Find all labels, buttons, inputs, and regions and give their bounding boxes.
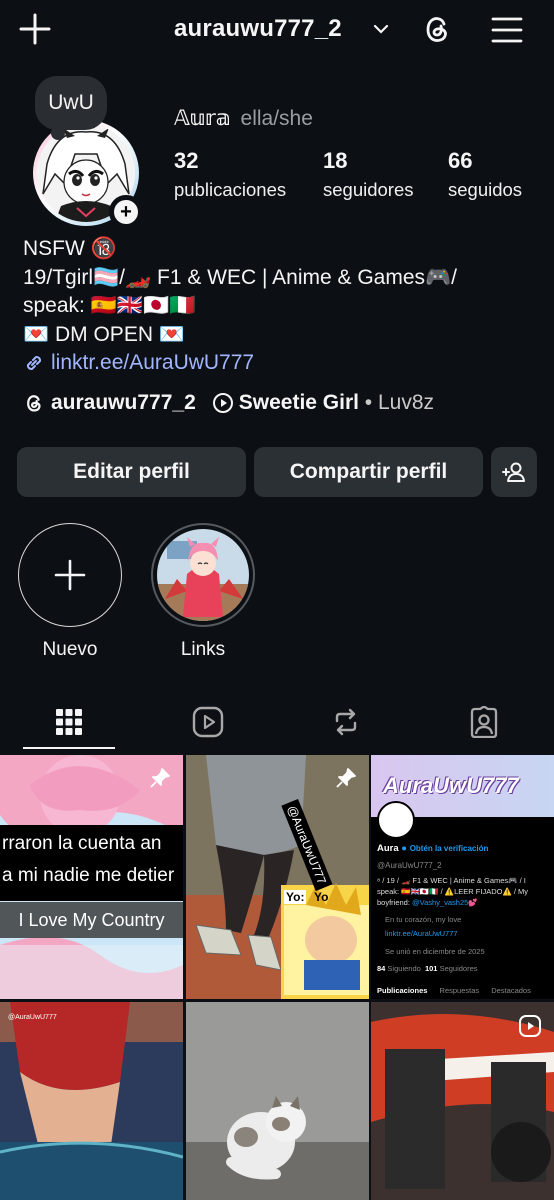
add-story-button[interactable]: + xyxy=(109,195,143,229)
bio-link-text: linktr.ee/AuraUwU777 xyxy=(51,351,255,374)
x-bio-line: ⁸ / 19 / 🏎️ F1 & WEC | Anime & Games🎮 / … xyxy=(377,876,526,885)
x-handle: @AuraUwU777_2 xyxy=(377,861,442,870)
stat-label: seguidores xyxy=(323,179,414,200)
x-bio: ⁸ / 19 / 🏎️ F1 & WEC | Anime & Games🎮 / … xyxy=(377,875,528,908)
display-name: 𝔸𝕦𝕣𝕒 xyxy=(174,107,231,130)
x-joined: Se unió en diciembre de 2025 xyxy=(385,947,485,956)
verified-icon: ● xyxy=(401,843,408,854)
plus-icon xyxy=(54,559,85,590)
discover-people-button[interactable] xyxy=(491,447,537,497)
profile-tabs xyxy=(0,694,554,750)
tagged-icon xyxy=(470,706,498,738)
stat-label: seguidos xyxy=(448,179,523,200)
x-count-label: Seguidores xyxy=(437,964,478,973)
x-link: linktr.ee/AuraUwU777 xyxy=(385,929,458,938)
post-tile[interactable]: AuraUwU777 Aura ● Obtén la verificación … xyxy=(371,755,554,999)
x-profile-name-row: Aura ● Obtén la verificación xyxy=(377,843,488,854)
bio-line: NSFW 🔞 xyxy=(23,237,117,260)
highlight-label: Links xyxy=(180,639,226,660)
bio-line: 💌 DM OPEN 💌 xyxy=(23,322,185,346)
x-follow-counts: 84 Siguiendo 101 Seguidores xyxy=(377,964,478,973)
x-tab: Destacados xyxy=(491,986,531,995)
menu-icon[interactable] xyxy=(490,13,524,47)
post-tile[interactable] xyxy=(186,1002,369,1200)
threads-icon[interactable] xyxy=(420,12,454,46)
x-bio-mention: @Vashy_vash25💕 xyxy=(412,898,478,907)
stat-posts[interactable]: 32 publicaciones xyxy=(174,148,286,201)
avatar xyxy=(377,801,415,839)
note-text: UwU xyxy=(48,91,94,114)
stat-following[interactable]: 66 seguidos xyxy=(448,148,522,201)
bio-line: 19/Tgirl🏳️‍⚧️/🏎️ F1 & WEC | Anime & Game… xyxy=(23,265,457,289)
tab-tagged[interactable] xyxy=(438,694,530,750)
profile-meta-row: aurauwu777_2 Sweetie Girl • Luv8z xyxy=(23,391,434,415)
post-text: rraron la cuenta an xyxy=(2,833,162,854)
post-text-overlay: rraron la cuenta an a mi nadie me detier xyxy=(0,825,183,901)
bio-link[interactable]: linktr.ee/AuraUwU777 xyxy=(23,349,543,378)
active-tab-indicator xyxy=(23,747,115,749)
bio: NSFW 🔞 19/Tgirl🏳️‍⚧️/🏎️ F1 & WEC | Anime… xyxy=(23,235,543,378)
post-caption-bar: I Love My Country xyxy=(0,902,183,938)
highlight-links[interactable]: Links xyxy=(148,523,258,661)
threads-icon[interactable] xyxy=(23,392,45,414)
x-tab: Respuestas xyxy=(439,986,480,995)
profile-song-artist[interactable]: Luv8z xyxy=(378,391,434,415)
link-icon xyxy=(26,356,42,371)
x-location: En tu corazón, my love xyxy=(385,915,462,924)
post-text: I Love My Country xyxy=(18,910,165,930)
post-text: Yo xyxy=(314,890,329,904)
stat-value: 66 xyxy=(448,148,473,173)
pronouns: ella/she xyxy=(240,107,313,130)
note-bubble[interactable]: UwU xyxy=(35,76,107,140)
x-tabs: Publicaciones Respuestas Destacados xyxy=(377,986,531,995)
pin-icon xyxy=(150,768,170,788)
post-tile[interactable]: rraron la cuenta an a mi nadie me detier… xyxy=(0,755,183,999)
display-name-row: 𝔸𝕦𝕣𝕒 ella/she xyxy=(174,106,313,131)
username-switcher[interactable]: aurauwu777_2 xyxy=(174,15,342,43)
bio-line: speak: 🇪🇸🇬🇧🇯🇵🇮🇹 xyxy=(23,294,196,317)
stat-followers[interactable]: 18 seguidores xyxy=(323,148,414,201)
chevron-down-icon[interactable] xyxy=(372,20,390,38)
post-tile[interactable]: @AuraUwU777 Yo: Yo xyxy=(186,755,369,999)
create-plus-icon[interactable] xyxy=(18,12,52,46)
x-count: 101 xyxy=(424,964,438,973)
play-circle-icon[interactable] xyxy=(212,392,234,414)
x-tab: Publicaciones xyxy=(377,986,428,995)
post-watermark: @AuraUwU777 xyxy=(8,1014,57,1021)
post-text: a mi nadie me detier xyxy=(2,865,175,886)
post-tile[interactable]: @AuraUwU777 xyxy=(0,1002,183,1200)
post-tile[interactable] xyxy=(371,1002,554,1200)
add-person-icon xyxy=(502,462,525,482)
pin-icon xyxy=(336,768,356,788)
stat-value: 32 xyxy=(174,148,199,173)
new-highlight-circle xyxy=(18,523,122,627)
share-profile-button[interactable]: Compartir perfil xyxy=(254,447,483,497)
edit-profile-button[interactable]: Editar perfil xyxy=(17,447,246,497)
stat-label: publicaciones xyxy=(174,179,287,200)
repost-icon xyxy=(335,708,357,736)
highlight-label: Nuevo xyxy=(42,639,98,660)
x-profile-name: Aura xyxy=(377,843,399,854)
profile-song-title[interactable]: Sweetie Girl xyxy=(239,391,359,415)
verify-link: Obtén la verificación xyxy=(409,844,489,853)
reel-icon xyxy=(519,1015,541,1037)
x-bio-line: boyfriend: xyxy=(377,898,413,907)
top-bar: aurauwu777_2 xyxy=(0,0,554,62)
x-count-label: Siguiendo xyxy=(385,964,425,973)
threads-handle[interactable]: aurauwu777_2 xyxy=(51,391,196,415)
banner-title: AuraUwU777 xyxy=(383,773,519,798)
stat-value: 18 xyxy=(323,148,348,173)
song-separator: • xyxy=(358,391,378,414)
post-text: Yo: xyxy=(284,890,307,904)
reels-icon xyxy=(192,706,224,738)
tab-posts-grid[interactable] xyxy=(23,694,115,750)
tab-reels[interactable] xyxy=(162,694,254,750)
x-bio-line: speak: 🇪🇸🇬🇧🇯🇵🇮🇹 / ⚠️LEER FIJADO⚠️ / My xyxy=(377,887,529,896)
grid-icon xyxy=(56,709,82,735)
highlight-new[interactable]: Nuevo xyxy=(15,523,125,661)
tab-reposts[interactable] xyxy=(300,694,392,750)
highlight-cover xyxy=(151,523,255,627)
